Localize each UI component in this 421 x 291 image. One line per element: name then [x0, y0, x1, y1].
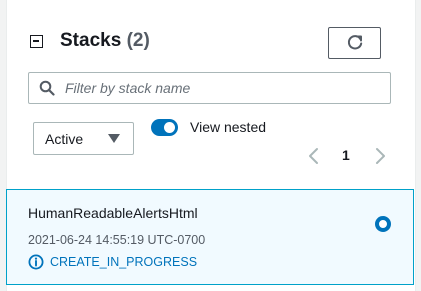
chevron-right-icon[interactable]	[371, 146, 389, 166]
toggle-knob	[164, 122, 175, 133]
stack-status: CREATE_IN_PROGRESS	[28, 253, 197, 271]
stack-select-radio[interactable]	[375, 216, 391, 232]
stack-status-text: CREATE_IN_PROGRESS	[50, 255, 198, 269]
caret-down-icon	[108, 134, 120, 143]
search-icon	[39, 80, 55, 96]
view-nested-label: View nested	[190, 119, 267, 135]
page-number[interactable]: 1	[342, 147, 350, 163]
search-input[interactable]	[65, 73, 385, 103]
collapse-icon[interactable]	[30, 35, 43, 48]
status-filter-select[interactable]: Active	[33, 122, 134, 155]
status-filter-value: Active	[45, 131, 84, 147]
view-nested-toggle[interactable]	[151, 119, 178, 136]
stacks-panel-root: Stacks (2) Active View nested 1 HumanRea…	[0, 0, 421, 291]
panel-title: Stacks (2)	[60, 30, 150, 52]
stack-timestamp: 2021-06-24 14:55:19 UTC-0700	[28, 233, 206, 247]
stack-count: (2)	[126, 30, 150, 51]
panel-title-text: Stacks	[60, 30, 122, 51]
info-circle-icon	[28, 254, 44, 270]
stack-list-item[interactable]: HumanReadableAlertsHtml 2021-06-24 14:55…	[6, 189, 414, 285]
search-field	[28, 72, 391, 104]
refresh-button[interactable]	[328, 27, 381, 59]
stack-name: HumanReadableAlertsHtml	[28, 205, 198, 221]
chevron-left-icon[interactable]	[305, 146, 323, 166]
refresh-icon	[347, 35, 362, 50]
